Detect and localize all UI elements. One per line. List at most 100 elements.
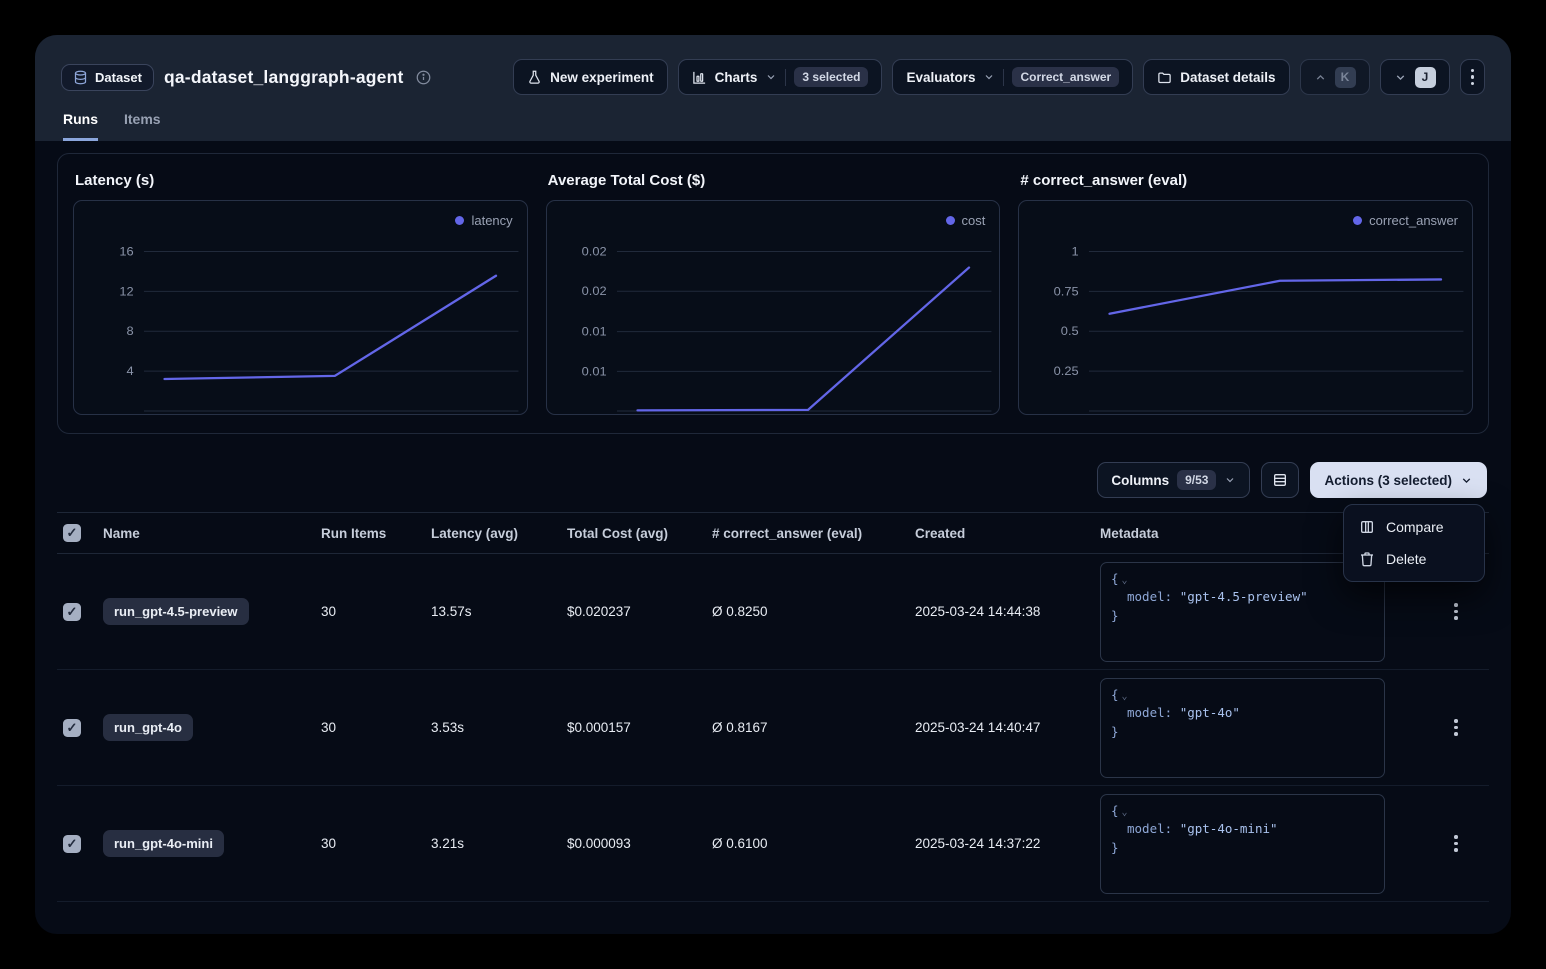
chart-title: Latency (s) <box>75 172 528 189</box>
legend-label: correct_answer <box>1369 213 1458 228</box>
tab-items[interactable]: Items <box>124 111 161 141</box>
svg-text:16: 16 <box>119 245 133 259</box>
flask-icon <box>527 70 542 85</box>
legend-dot-icon <box>946 216 955 225</box>
chevron-down-icon <box>983 71 995 83</box>
next-item-button[interactable]: J <box>1380 59 1450 95</box>
tab-runs[interactable]: Runs <box>63 111 98 141</box>
chevron-up-icon <box>1314 71 1327 84</box>
menu-item-delete[interactable]: Delete <box>1350 543 1478 575</box>
evaluators-button[interactable]: Evaluators Correct_answer <box>892 59 1133 95</box>
chart-card: 10.750.50.25 correct_answer <box>1018 200 1473 415</box>
bar-chart-icon <box>692 70 707 85</box>
table-row: ✓ run_gpt-4.5-preview 30 13.57s $0.02023… <box>57 554 1489 670</box>
trash-icon <box>1359 551 1375 567</box>
created-value: 2025-03-24 14:37:22 <box>915 836 1100 851</box>
legend-label: latency <box>471 213 512 228</box>
total-cost-value: $0.000093 <box>567 836 712 851</box>
column-header-total-cost[interactable]: Total Cost (avg) <box>567 526 712 541</box>
app-window: Dataset qa-dataset_langgraph-agent New e… <box>35 35 1511 934</box>
top-bar: Dataset qa-dataset_langgraph-agent New e… <box>35 35 1511 141</box>
svg-text:12: 12 <box>119 285 133 299</box>
more-options-button[interactable] <box>1460 59 1486 95</box>
dataset-badge-label: Dataset <box>95 70 142 85</box>
keyboard-shortcut-k: K <box>1335 67 1356 88</box>
column-header-latency[interactable]: Latency (avg) <box>431 526 567 541</box>
latency-value: 13.57s <box>431 604 567 619</box>
run-name-pill[interactable]: run_gpt-4o <box>103 714 193 741</box>
row-checkbox[interactable]: ✓ <box>63 719 81 737</box>
total-cost-value: $0.000157 <box>567 720 712 735</box>
column-header-name[interactable]: Name <box>103 526 321 541</box>
run-name-pill[interactable]: run_gpt-4o-mini <box>103 830 224 857</box>
chart-card: 16 12 8 4 latency <box>73 200 528 415</box>
chevron-down-icon <box>1224 474 1236 486</box>
table-toolbar: Columns 9/53 Actions (3 selected) Compar… <box>59 462 1487 498</box>
runs-table: ✓ Name Run Items Latency (avg) Total Cos… <box>57 512 1489 902</box>
rows-icon <box>1272 472 1288 488</box>
svg-text:4: 4 <box>127 364 134 378</box>
metadata-json-box[interactable]: {⌄ model: "gpt-4.5-preview" } <box>1100 562 1385 662</box>
latency-value: 3.21s <box>431 836 567 851</box>
menu-item-compare[interactable]: Compare <box>1350 511 1478 543</box>
run-name-pill[interactable]: run_gpt-4.5-preview <box>103 598 249 625</box>
chart-legend: cost <box>946 213 986 228</box>
chart-title: Average Total Cost ($) <box>548 172 1001 189</box>
keyboard-shortcut-j: J <box>1415 67 1436 88</box>
charts-panel: Latency (s) 16 12 8 4 latency Average Total… <box>57 153 1489 434</box>
legend-label: cost <box>962 213 986 228</box>
columns-count-badge: 9/53 <box>1177 470 1216 490</box>
row-actions-kebab[interactable] <box>1433 835 1479 852</box>
latency-value: 3.53s <box>431 720 567 735</box>
chevron-down-icon: ⌄ <box>1122 575 1128 586</box>
row-actions-kebab[interactable] <box>1433 603 1479 620</box>
chart-legend: latency <box>455 213 512 228</box>
columns-icon <box>1359 519 1375 535</box>
metadata-json-box[interactable]: {⌄ model: "gpt-4o-mini" } <box>1100 794 1385 894</box>
total-cost-value: $0.020237 <box>567 604 712 619</box>
charts-button[interactable]: Charts 3 selected <box>678 59 883 95</box>
charts-selected-badge: 3 selected <box>794 67 868 87</box>
row-actions-kebab[interactable] <box>1433 719 1479 736</box>
row-height-button[interactable] <box>1261 462 1299 498</box>
legend-dot-icon <box>455 216 464 225</box>
actions-label: Actions (3 selected) <box>1324 473 1452 488</box>
columns-button[interactable]: Columns 9/53 <box>1097 462 1250 498</box>
chevron-down-icon: ⌄ <box>1122 691 1128 702</box>
prev-item-button[interactable]: K <box>1300 59 1370 95</box>
main-content: Latency (s) 16 12 8 4 latency Average Total… <box>35 141 1511 902</box>
actions-button[interactable]: Actions (3 selected) <box>1310 462 1487 498</box>
metadata-json-box[interactable]: {⌄ model: "gpt-4o" } <box>1100 678 1385 778</box>
score-value: Ø 0.6100 <box>712 836 915 851</box>
menu-item-label: Compare <box>1386 519 1444 535</box>
evaluators-label: Evaluators <box>906 70 975 85</box>
row-checkbox[interactable]: ✓ <box>63 835 81 853</box>
svg-text:0.02: 0.02 <box>581 245 606 259</box>
page-title: qa-dataset_langgraph-agent <box>164 67 404 88</box>
column-header-score[interactable]: # correct_answer (eval) <box>712 526 915 541</box>
svg-text:1: 1 <box>1072 245 1079 259</box>
created-value: 2025-03-24 14:44:38 <box>915 604 1100 619</box>
table-row: ✓ run_gpt-4o 30 3.53s $0.000157 Ø 0.8167… <box>57 670 1489 786</box>
column-header-created[interactable]: Created <box>915 526 1100 541</box>
tab-bar: Runs Items <box>61 111 1485 141</box>
score-value: Ø 0.8250 <box>712 604 915 619</box>
chart-correct-answer: # correct_answer (eval) 10.750.50.25 cor… <box>1018 166 1473 415</box>
select-all-checkbox[interactable]: ✓ <box>63 524 81 542</box>
dataset-details-button[interactable]: Dataset details <box>1143 59 1289 95</box>
created-value: 2025-03-24 14:40:47 <box>915 720 1100 735</box>
svg-text:8: 8 <box>127 324 134 338</box>
score-value: Ø 0.8167 <box>712 720 915 735</box>
row-checkbox[interactable]: ✓ <box>63 603 81 621</box>
charts-label: Charts <box>715 70 758 85</box>
dataset-badge: Dataset <box>61 64 154 91</box>
menu-item-label: Delete <box>1386 551 1426 567</box>
info-icon[interactable] <box>416 70 431 85</box>
column-header-run-items[interactable]: Run Items <box>321 526 431 541</box>
svg-text:0.01: 0.01 <box>581 325 606 339</box>
evaluators-selected-badge: Correct_answer <box>1012 67 1119 87</box>
actions-dropdown-menu: Compare Delete <box>1343 504 1485 582</box>
run-items-value: 30 <box>321 836 431 851</box>
new-experiment-button[interactable]: New experiment <box>513 59 668 95</box>
chart-legend: correct_answer <box>1353 213 1458 228</box>
